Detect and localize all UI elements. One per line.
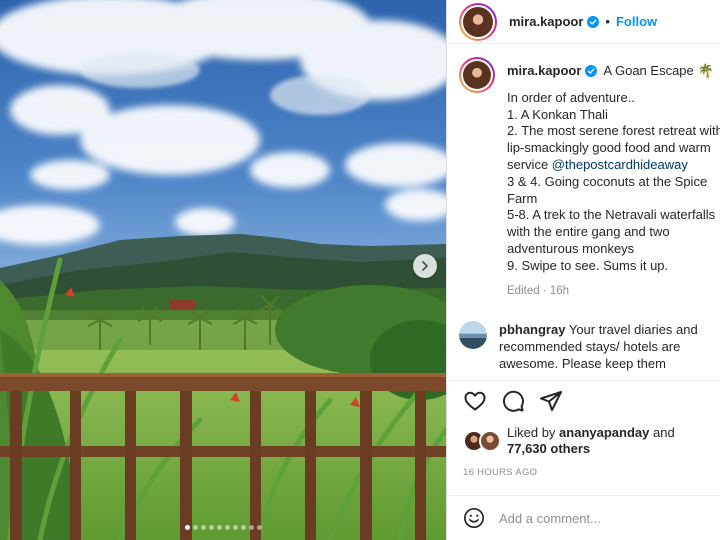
liker-avatars: [463, 430, 501, 452]
post-header: mira.kapoor • Follow: [447, 0, 720, 44]
carousel-dot: [184, 525, 190, 530]
post-timestamp: 16 HOURS AGO: [463, 467, 538, 478]
likes-prefix: Liked by: [507, 425, 560, 440]
likes-text: Liked by ananyapanday and 77,630 others: [507, 425, 675, 457]
caption-line: 2. The most serene forest retreat with: [507, 123, 720, 139]
carousel-dot: [208, 525, 214, 530]
caption-line: 3 & 4. Going coconuts at the Spice: [507, 173, 708, 189]
smiley-icon[interactable]: [463, 507, 485, 529]
caption-line: adventurous monkeys: [507, 240, 635, 256]
verified-badge-icon: [587, 15, 600, 28]
post-side-panel: mira.kapoor • Follow mira.kapoor A Goan …: [446, 0, 720, 540]
commenter-avatar[interactable]: [459, 321, 487, 350]
caption-line: service @thepostcardhideaway: [507, 157, 720, 174]
separator-dot: •: [605, 14, 610, 29]
comment-bubble-icon[interactable]: [501, 389, 525, 413]
comment-body: Your travel diaries and: [565, 322, 698, 338]
carousel-dot: [240, 525, 246, 530]
post-actions: Liked by ananyapanday and 77,630 others …: [447, 380, 720, 495]
caption-line: In order of adventure..: [507, 89, 635, 105]
chevron-right-icon: [422, 261, 428, 271]
comment-text: pbhangray Your travel diaries and recomm…: [499, 321, 698, 372]
palm-tree-emoji: 🌴: [697, 63, 714, 78]
likes-summary: Liked by ananyapanday and 77,630 others: [463, 425, 720, 457]
caption-avatar[interactable]: [459, 57, 495, 93]
avatar[interactable]: [479, 430, 501, 452]
avatar[interactable]: [459, 2, 497, 41]
heart-icon[interactable]: [463, 389, 487, 413]
caption-line: 9. Swipe to see. Sums it up.: [507, 257, 669, 273]
comment-body: recommended stays/ hotels are: [499, 339, 681, 355]
caption-line: 5-8. A trek to the Netravali waterfalls: [507, 207, 716, 223]
caption-line: 1. A Konkan Thali: [507, 106, 608, 122]
caption-section: mira.kapoor A Goan Escape 🌴 In order of …: [447, 45, 720, 380]
comment-input[interactable]: [499, 510, 699, 526]
carousel-dot: [216, 525, 222, 530]
caption-line: Farm: [507, 190, 538, 206]
carousel-dot: [248, 525, 254, 530]
likes-count-link[interactable]: 77,630 others: [507, 441, 675, 457]
likes-connector: and: [649, 425, 675, 440]
carousel-dot: [224, 525, 230, 530]
edited-timestamp: Edited · 16h: [507, 284, 570, 297]
follow-button[interactable]: Follow: [616, 14, 657, 29]
caption-text: In order of adventure.. 1. A Konkan Thal…: [507, 90, 720, 275]
commenter-username[interactable]: pbhangray: [499, 322, 565, 337]
caption-username[interactable]: mira.kapoor: [507, 63, 581, 80]
caption-line: with the entire gang and two: [507, 224, 670, 240]
carousel-dot: [200, 525, 206, 530]
caption-fragment: service: [507, 156, 552, 172]
caption: mira.kapoor A Goan Escape 🌴 In order of …: [507, 57, 720, 299]
caption-title: A Goan Escape: [603, 63, 694, 78]
comment-item: pbhangray Your travel diaries and recomm…: [459, 321, 720, 372]
next-slide-button[interactable]: [413, 254, 437, 278]
caption-line: lip-smackingly good food and warm: [507, 140, 711, 156]
post-image[interactable]: [0, 0, 446, 540]
landscape-photo: [0, 0, 446, 540]
verified-badge-icon: [585, 65, 598, 78]
carousel-dot: [256, 525, 262, 530]
paper-plane-icon[interactable]: [539, 389, 563, 413]
username-link[interactable]: mira.kapoor: [509, 14, 583, 29]
comment-body: awesome. Please keep them: [499, 356, 666, 372]
carousel-dot: [232, 525, 238, 530]
liker-username[interactable]: ananyapanday: [559, 425, 649, 440]
carousel-dot: [192, 525, 198, 530]
add-comment-bar: [447, 495, 720, 540]
carousel-indicator: [0, 525, 446, 530]
mention-link[interactable]: @thepostcardhideaway: [552, 157, 688, 172]
